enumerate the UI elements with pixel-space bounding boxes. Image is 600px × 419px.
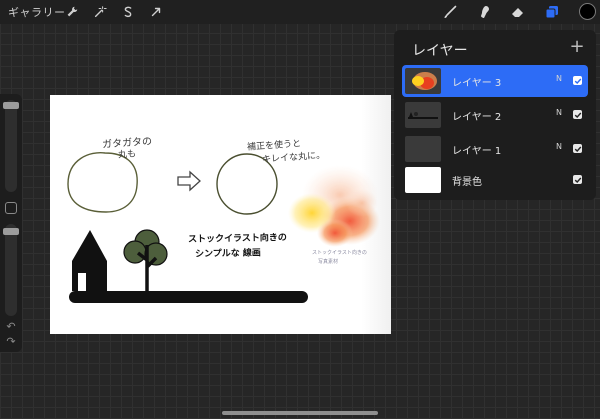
layers-icon[interactable] — [543, 3, 561, 21]
canvas-shadow — [361, 95, 391, 334]
layer-row-3[interactable]: レイヤー 3 N — [402, 65, 588, 97]
layer-thumbnail — [405, 136, 441, 162]
top-toolbar: ギャラリー — [0, 0, 600, 24]
canvas-note-wobbly-2: 丸も — [117, 149, 137, 161]
redo-icon[interactable]: ↷ — [4, 336, 18, 348]
layer-name: レイヤー 2 — [452, 112, 502, 123]
brush-size-slider[interactable] — [5, 100, 17, 192]
color-picker-button[interactable] — [579, 3, 596, 20]
visibility-checkbox[interactable] — [573, 175, 582, 184]
blend-mode-button[interactable]: N — [556, 74, 562, 83]
layer-thumbnail — [405, 102, 441, 128]
blend-mode-button[interactable]: N — [556, 142, 562, 151]
brush-size-knob[interactable] — [3, 102, 19, 109]
gallery-button[interactable]: ギャラリー — [8, 4, 66, 20]
plus-icon[interactable]: + — [568, 36, 586, 57]
home-indicator — [222, 411, 378, 415]
layers-panel: レイヤー + レイヤー 3 N レイヤー 2 N レイヤー 1 N 背景色 — [394, 30, 596, 200]
left-sidebar: ↶ ↷ — [0, 94, 22, 352]
wrench-icon[interactable] — [64, 4, 80, 20]
layer-name: レイヤー 1 — [452, 146, 502, 157]
canvas-artwork — [67, 152, 380, 303]
arrow-drawing — [177, 170, 201, 192]
watercolor-note-1: ストックイラスト向きの — [312, 250, 367, 256]
layers-panel-title: レイヤー — [412, 43, 468, 59]
visibility-checkbox[interactable] — [573, 76, 582, 85]
layer-name: 背景色 — [452, 177, 482, 188]
canvas-caption-line-1: ストックイラスト向きの — [187, 233, 287, 245]
magic-wand-icon[interactable] — [92, 4, 108, 20]
layer-thumbnail — [405, 68, 441, 94]
layer-row-2[interactable]: レイヤー 2 N — [402, 99, 588, 131]
brush-icon[interactable] — [441, 3, 459, 21]
blend-mode-button[interactable]: N — [556, 108, 562, 117]
watercolor-note-2: 写真素材 — [318, 259, 339, 265]
visibility-checkbox[interactable] — [573, 110, 582, 119]
canvas-caption-line-2: シンプルな 線画 — [194, 248, 261, 260]
visibility-checkbox[interactable] — [573, 144, 582, 153]
layer-row-1[interactable]: レイヤー 1 N — [402, 133, 588, 165]
background-color-swatch[interactable] — [405, 167, 441, 193]
opacity-slider[interactable] — [5, 224, 17, 316]
ground-line-drawing — [69, 291, 308, 303]
smudge-icon[interactable] — [475, 3, 493, 21]
undo-icon[interactable]: ↶ — [4, 321, 18, 333]
selection-icon[interactable] — [120, 4, 136, 20]
drawing-canvas[interactable]: ガタガタの 丸も 補正を使うと キレイな丸に。 ストックイラスト向きの シンプル… — [50, 95, 391, 334]
opacity-knob[interactable] — [3, 228, 19, 235]
layer-row-background[interactable]: 背景色 — [402, 164, 588, 196]
wobbly-circle-drawing — [67, 152, 138, 213]
layer-name: レイヤー 3 — [452, 78, 502, 89]
eraser-icon[interactable] — [509, 3, 527, 21]
modify-button[interactable] — [5, 202, 17, 214]
transform-arrow-icon[interactable] — [148, 4, 164, 20]
